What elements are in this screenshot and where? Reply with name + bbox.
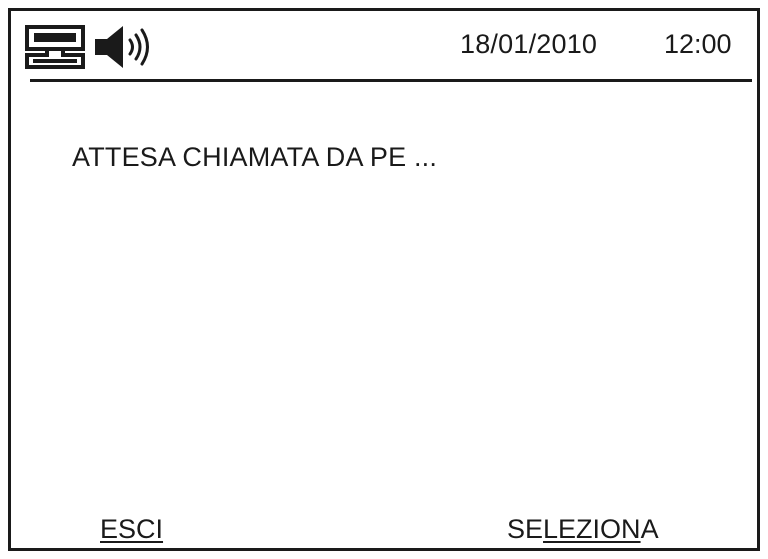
speaker-icon [95, 26, 149, 68]
status-bar: 18/01/2010 12:00 [11, 11, 757, 79]
status-date: 18/01/2010 [460, 29, 598, 59]
exit-softkey-label: ESCI [100, 514, 164, 544]
device-screen: 18/01/2010 12:00 ATTESA CHIAMATA DA PE .… [8, 8, 760, 551]
select-softkey[interactable]: SELEZIONA [507, 513, 659, 545]
status-time: 12:00 [664, 29, 732, 59]
status-divider [30, 79, 752, 82]
select-softkey-label-prefix: SE [507, 514, 544, 544]
network-icon [25, 25, 85, 69]
select-softkey-label-suffix: A [640, 514, 659, 544]
select-softkey-label-underlined: LEZION [543, 514, 641, 544]
status-message: ATTESA CHIAMATA DA PE ... [72, 142, 438, 172]
exit-softkey[interactable]: ESCI [100, 513, 163, 545]
